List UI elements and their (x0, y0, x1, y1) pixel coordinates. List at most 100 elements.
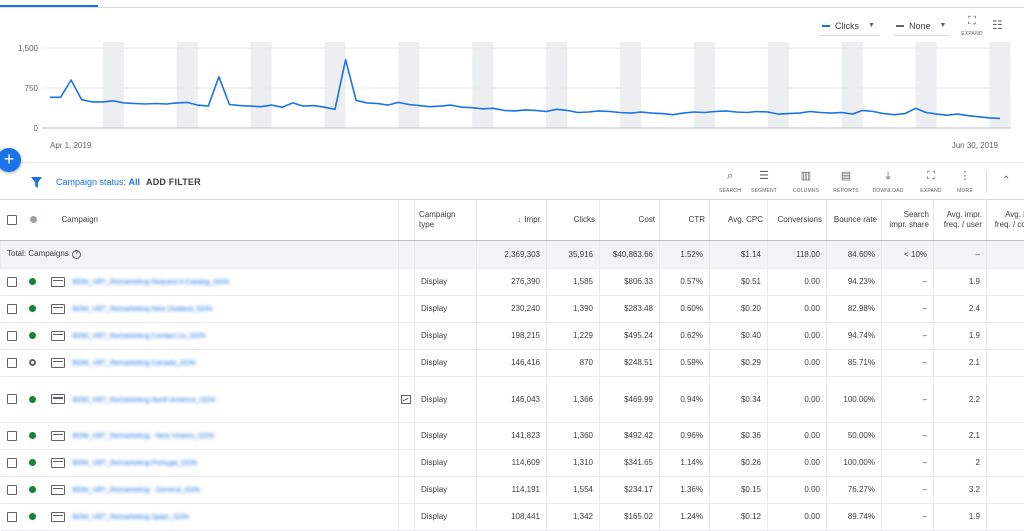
campaign-name-link[interactable]: BOM_VBT_Remarketing Request A Catalog_GD… (73, 279, 229, 286)
col-header-impr[interactable]: ↓ Impr. (476, 200, 547, 241)
row-campaign-cell[interactable]: BOM_VBT_Remarketing - New Visitors_GDN (66, 422, 399, 450)
status-dot-icon (30, 216, 37, 224)
row-campaign-cell[interactable]: BOM_VBT_Remarketing North America_GDN (66, 376, 399, 423)
columns-button[interactable]: ▥ COLUMNS (789, 169, 823, 197)
row-campaign-cell[interactable]: BOM_VBT_Remarketing Canada_GDN (66, 349, 399, 377)
weekend-band (546, 42, 568, 128)
col-header-ctr[interactable]: CTR (659, 200, 710, 241)
table-row[interactable]: BOM_VBT_Remarketing Spain_GDN Display 108,… (0, 503, 1024, 531)
weekend-band (176, 42, 198, 128)
row-checkbox-cell[interactable] (0, 476, 23, 504)
download-button[interactable]: ⤓ DOWNLOAD (871, 169, 905, 197)
table-row[interactable]: BOM_VBT_Remarketing Canada_GDN Display 146… (0, 349, 1024, 377)
row-checkbox-cell[interactable] (0, 422, 23, 450)
row-freq-cookie: 3.2 (986, 476, 1024, 504)
col-header-freq-user[interactable]: Avg. impr. freq. / user (933, 200, 987, 241)
checkbox-icon[interactable] (6, 484, 17, 495)
checkbox-icon[interactable] (6, 276, 17, 287)
row-checkbox-cell[interactable] (0, 268, 23, 296)
filter-icon[interactable] (31, 177, 42, 188)
table-row[interactable]: BOM_VBT_Remarketing - New Visitors_GDN Di… (0, 422, 1024, 450)
chart-settings-icon[interactable]: ☷ (992, 18, 1003, 32)
checkbox-icon[interactable] (6, 303, 17, 314)
row-checkbox-cell[interactable] (0, 376, 23, 423)
checkbox-icon[interactable] (6, 511, 17, 522)
row-freq-cookie: 2 (986, 376, 1024, 423)
campaign-name-link[interactable]: BOM_VBT_Remarketing North America_GDN (73, 397, 216, 404)
columns-label: COLUMNS (792, 188, 820, 194)
col-header-type[interactable]: Campaign type (414, 200, 477, 241)
metric2-select[interactable]: None ▼ (894, 16, 950, 36)
campaign-name-link[interactable]: BOM_VBT_Remarketing Canada_GDN (73, 360, 196, 367)
segment-button[interactable]: ☰ SEGMENT (747, 169, 781, 197)
checkbox-icon[interactable] (6, 394, 17, 404)
row-checkbox-cell[interactable] (0, 449, 23, 477)
col-header-bounce[interactable]: Bounce rate (826, 200, 882, 241)
row-spark-cell (398, 422, 415, 450)
row-checkbox-cell[interactable] (0, 322, 23, 350)
metric1-select[interactable]: Clicks ▼ (820, 16, 880, 36)
reports-button[interactable]: ▤ REPORTS (829, 169, 863, 197)
trend-chart-icon[interactable] (401, 394, 411, 404)
help-icon[interactable]: ? (71, 249, 81, 259)
checkbox-icon[interactable] (6, 430, 17, 441)
row-spark-cell (398, 322, 415, 350)
checkbox-icon[interactable] (6, 357, 17, 368)
col-header-cost[interactable]: Cost (599, 200, 660, 241)
chevron-up-icon[interactable]: ⌃ (1002, 175, 1010, 186)
campaign-name-link[interactable]: BOM_VBT_Remarketing Contact Us_GDN (73, 333, 206, 340)
row-type-icon-cell (44, 449, 67, 477)
row-campaign-cell[interactable]: BOM_VBT_Remarketing Spain_GDN (66, 503, 399, 531)
row-campaign-cell[interactable]: BOM_VBT_Remarketing Contact Us_GDN (66, 322, 399, 350)
expand-button[interactable]: ⛶ EXPAND (914, 169, 948, 197)
row-spark-cell[interactable] (398, 376, 415, 423)
row-cost: $341.65 (599, 449, 660, 477)
add-filter-button[interactable]: ADD FILTER (146, 177, 201, 187)
col-header-freq-cookie[interactable]: Avg. impr. freq. / cookie (986, 200, 1024, 241)
table-row[interactable]: BOM_VBT_Remarketing Contact Us_GDN Displa… (0, 322, 1024, 350)
search-button[interactable]: ⌕ SEARCH (713, 169, 747, 197)
row-impr: 108,441 (476, 503, 547, 531)
col-header-spark (398, 200, 415, 241)
campaign-name-link[interactable]: BOM_VBT_Remarketing - General_GDN (73, 487, 201, 494)
campaign-name-link[interactable]: BOM_VBT_Remarketing Portugal_GDN (73, 460, 198, 467)
col-header-clicks[interactable]: Clicks (546, 200, 600, 241)
row-bounce: 85.71% (826, 349, 882, 377)
weekend-band (102, 42, 124, 128)
checkbox-icon[interactable] (6, 330, 17, 341)
row-checkbox-cell[interactable] (0, 503, 23, 531)
row-freq-user: 2.1 (933, 422, 987, 450)
campaign-status-filter[interactable]: Campaign status: All (56, 177, 140, 187)
row-campaign-cell[interactable]: BOM_VBT_Remarketing Request A Catalog_GD… (66, 268, 399, 296)
row-campaign-cell[interactable]: BOM_VBT_Remarketing New Zealand_GDN (66, 295, 399, 323)
status-dot-icon (28, 459, 36, 467)
row-campaign-cell[interactable]: BOM_VBT_Remarketing - General_GDN (66, 476, 399, 504)
checkbox-icon (6, 214, 17, 225)
table-row[interactable]: BOM_VBT_Remarketing Request A Catalog_GD… (0, 268, 1024, 296)
toolbar-divider (986, 171, 987, 193)
row-freq-user: 2.4 (933, 295, 987, 323)
col-header-cpc[interactable]: Avg. CPC (709, 200, 768, 241)
row-spark-cell (398, 268, 415, 296)
row-cpc: $0.26 (709, 449, 768, 477)
total-bounce: 84.60% (826, 240, 882, 269)
row-checkbox-cell[interactable] (0, 295, 23, 323)
campaign-name-link[interactable]: BOM_VBT_Remarketing - New Visitors_GDN (73, 433, 214, 440)
select-all-checkbox[interactable] (0, 200, 23, 241)
row-search-share: – (881, 268, 934, 296)
row-type: Display (414, 322, 477, 350)
col-header-search-share[interactable]: Search impr. share (881, 200, 934, 241)
checkbox-icon[interactable] (6, 457, 17, 468)
campaign-name-link[interactable]: BOM_VBT_Remarketing New Zealand_GDN (73, 306, 213, 313)
table-row[interactable]: BOM_VBT_Remarketing North America_GDN Dis… (0, 376, 1024, 423)
col-header-campaign[interactable]: Campaign (44, 200, 399, 241)
row-clicks: 1,342 (546, 503, 600, 531)
table-row[interactable]: BOM_VBT_Remarketing Portugal_GDN Display 1… (0, 449, 1024, 477)
more-button[interactable]: ⋮ MORE (948, 169, 982, 197)
campaign-name-link[interactable]: BOM_VBT_Remarketing Spain_GDN (73, 514, 189, 521)
col-header-conversions[interactable]: Conversions (767, 200, 827, 241)
row-campaign-cell[interactable]: BOM_VBT_Remarketing Portugal_GDN (66, 449, 399, 477)
table-row[interactable]: BOM_VBT_Remarketing New Zealand_GDN Displ… (0, 295, 1024, 323)
row-checkbox-cell[interactable] (0, 349, 23, 377)
table-row[interactable]: BOM_VBT_Remarketing - General_GDN Display… (0, 476, 1024, 504)
